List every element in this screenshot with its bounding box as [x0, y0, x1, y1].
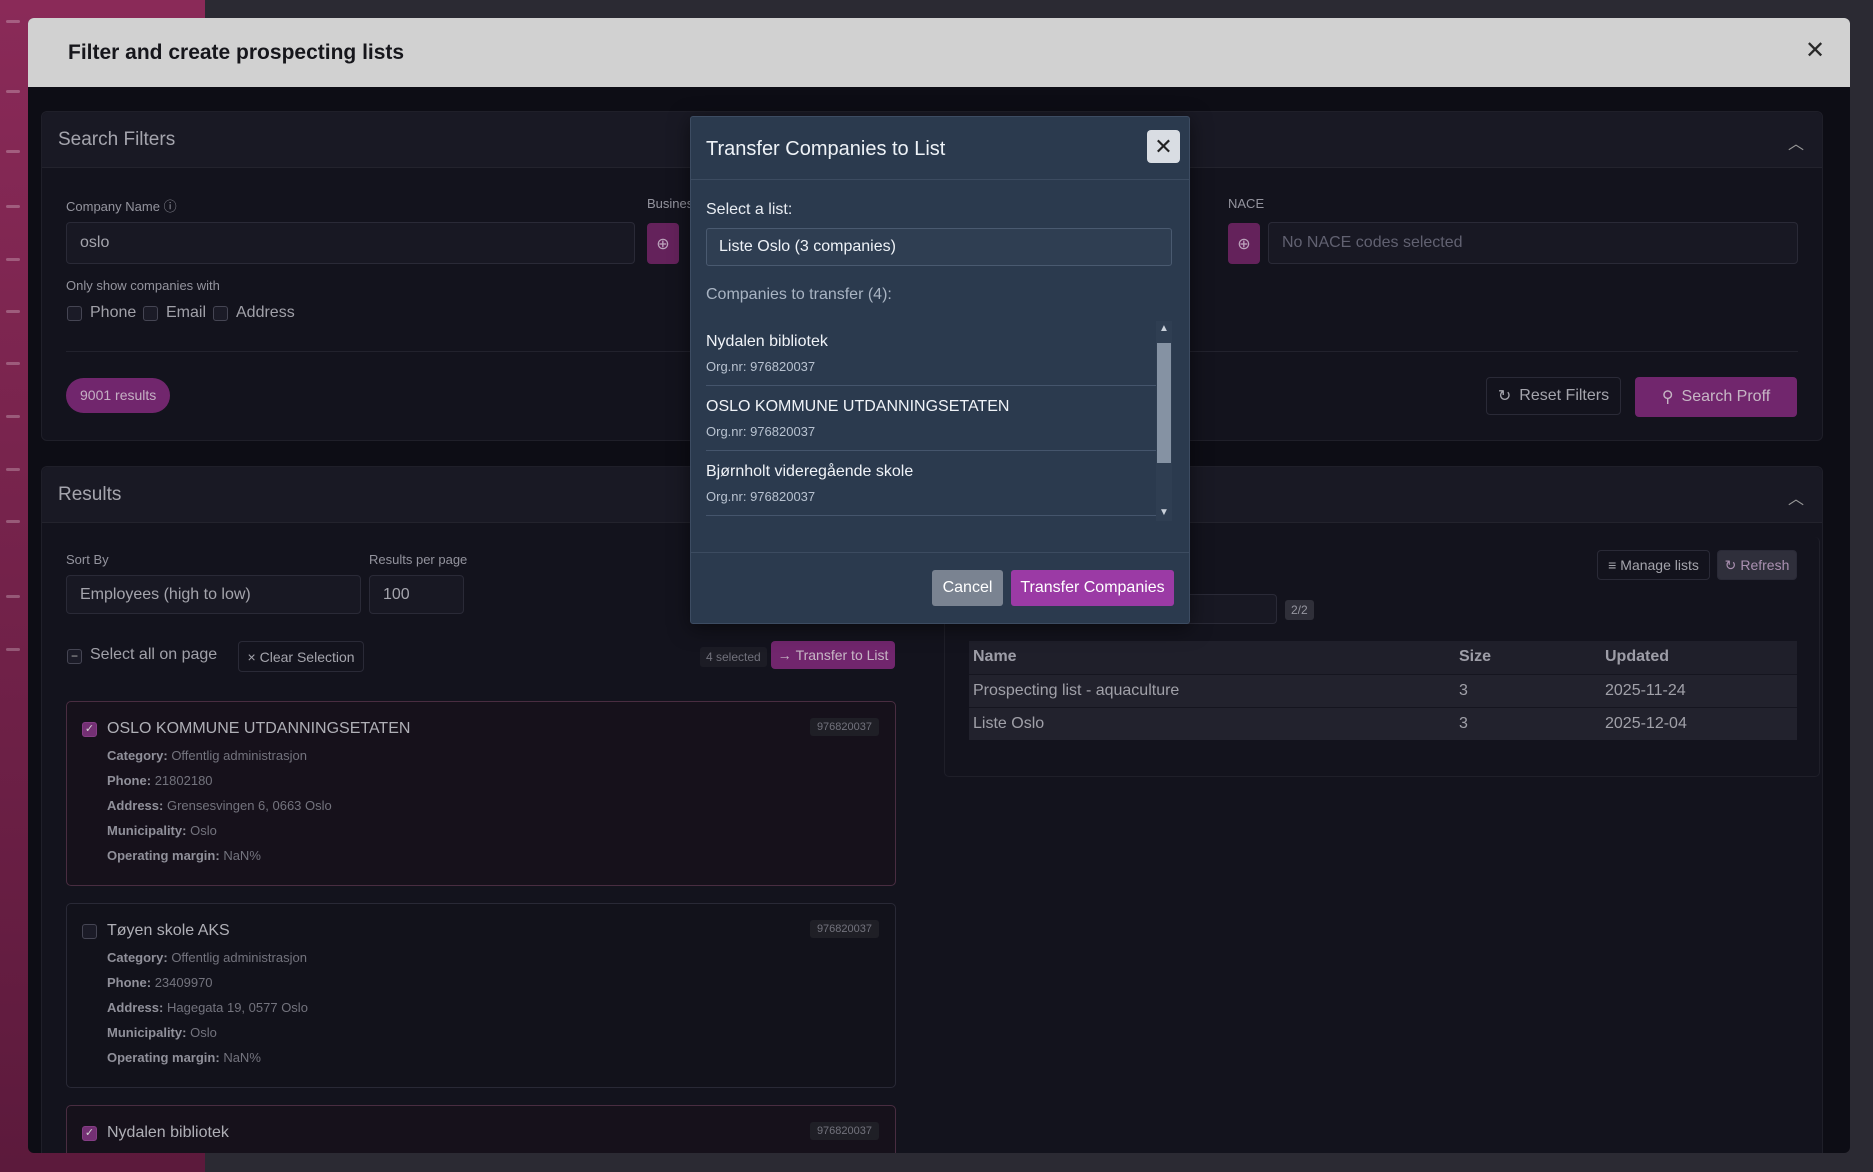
dialog-header: Transfer Companies to List ✕ [691, 117, 1189, 180]
scrollbar-thumb[interactable] [1157, 343, 1171, 463]
scrollbar[interactable]: ▲ ▼ [1156, 321, 1172, 521]
list-item: Nydalen bibliotek Org.nr: 976820037 [706, 321, 1156, 386]
transfer-company-org: Org.nr: 976820037 [706, 359, 816, 374]
companies-to-transfer-label: Companies to transfer (4): [706, 286, 892, 303]
dialog-title: Transfer Companies to List [706, 138, 946, 160]
transfer-company-name: Bjørnholt videregående skole [706, 463, 914, 480]
transfer-company-list[interactable]: Nydalen bibliotek Org.nr: 976820037 OSLO… [706, 321, 1172, 521]
list-item: OSLO KOMMUNE UTDANNINGSETATEN Org.nr: 97… [706, 386, 1156, 451]
transfer-companies-button[interactable]: Transfer Companies [1011, 570, 1174, 606]
transfer-company-org: Org.nr: 976820037 [706, 489, 816, 504]
cancel-button[interactable]: Cancel [932, 570, 1003, 606]
transfer-dialog: Transfer Companies to List ✕ Select a li… [690, 116, 1190, 624]
dialog-footer: Cancel Transfer Companies [691, 552, 1189, 623]
transfer-company-name: Nydalen bibliotek [706, 333, 828, 350]
scroll-down-icon[interactable]: ▼ [1156, 505, 1172, 521]
scroll-up-icon[interactable]: ▲ [1156, 321, 1172, 337]
list-item: Bjørnholt videregående skole Org.nr: 976… [706, 451, 1156, 516]
select-list-label: Select a list: [706, 201, 793, 218]
list-select[interactable]: Liste Oslo (3 companies) [706, 228, 1172, 266]
transfer-company-name: OSLO KOMMUNE UTDANNINGSETATEN [706, 398, 1010, 415]
transfer-company-org: Org.nr: 976820037 [706, 424, 816, 439]
close-icon[interactable]: ✕ [1147, 130, 1180, 163]
